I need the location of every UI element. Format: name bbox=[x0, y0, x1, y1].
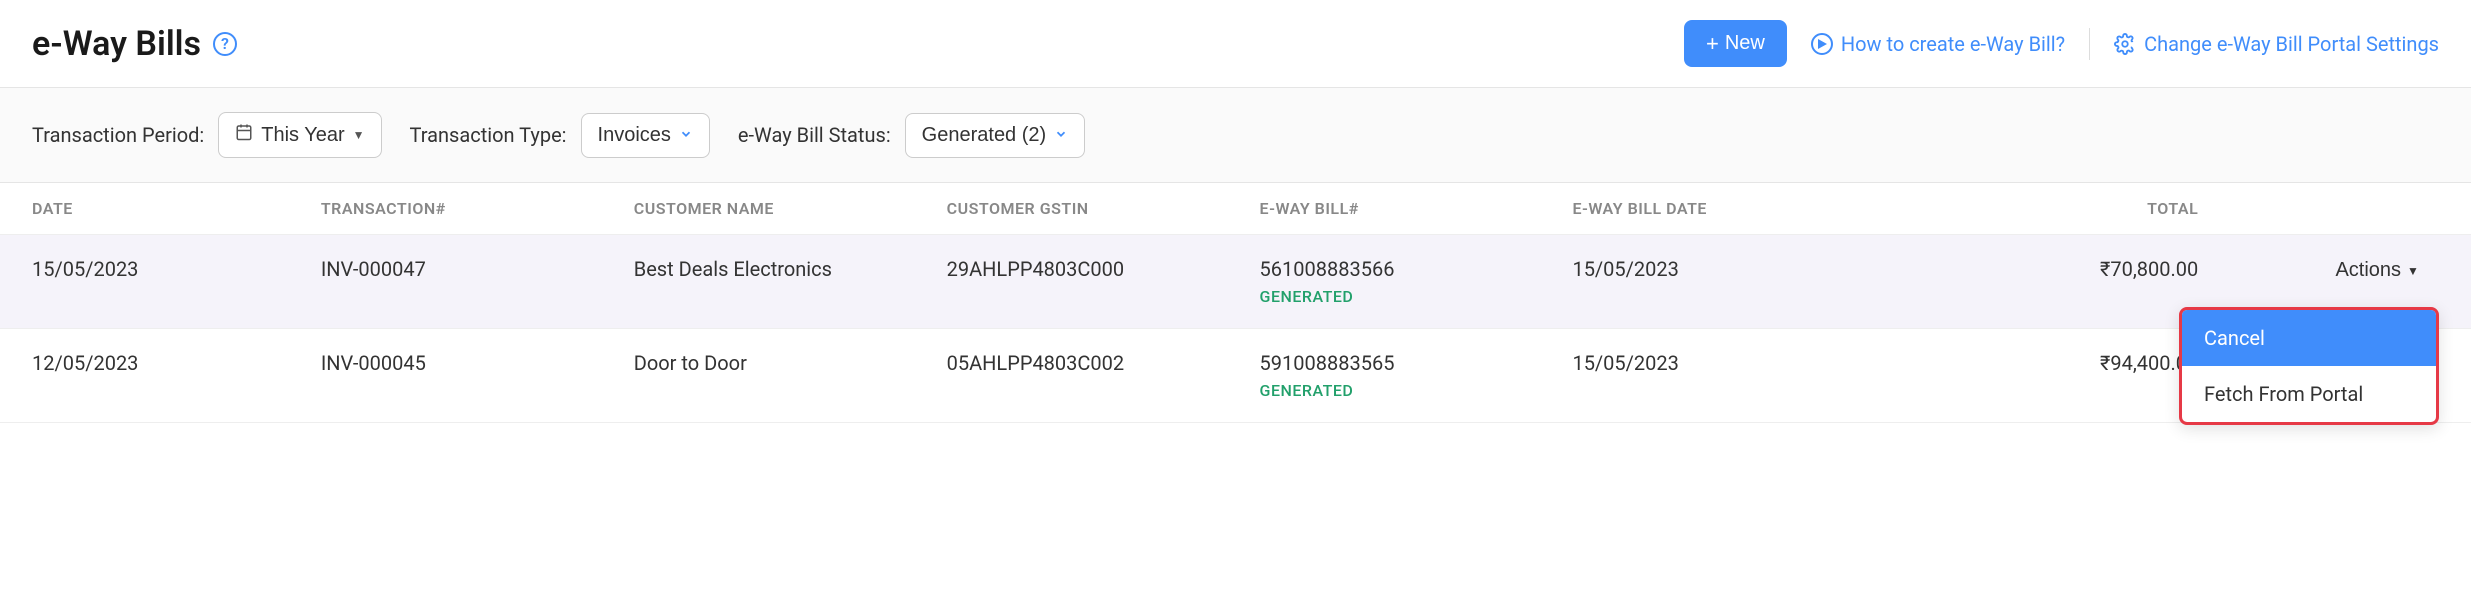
gear-icon bbox=[2114, 33, 2136, 55]
th-transaction[interactable]: TRANSACTION# bbox=[321, 199, 634, 218]
cell-customer: Best Deals Electronics bbox=[634, 257, 947, 281]
filter-period: Transaction Period: This Year ▼ bbox=[32, 112, 382, 158]
actions-dropdown: Cancel Fetch From Portal bbox=[2179, 307, 2439, 425]
chevron-down-icon bbox=[1054, 124, 1068, 147]
filter-status: e-Way Bill Status: Generated (2) bbox=[738, 113, 1085, 158]
cell-actions: Actions ▼ bbox=[2198, 257, 2439, 282]
new-button-label: New bbox=[1725, 32, 1765, 55]
cell-date: 12/05/2023 bbox=[32, 351, 321, 375]
th-date[interactable]: DATE bbox=[32, 199, 321, 218]
cell-transaction: INV-000045 bbox=[321, 351, 634, 375]
how-to-link[interactable]: How to create e-Way Bill? bbox=[1811, 32, 2065, 56]
eway-number: 561008883566 bbox=[1260, 257, 1573, 281]
cell-gstin: 05AHLPP4803C002 bbox=[947, 351, 1260, 375]
status-badge: GENERATED bbox=[1260, 381, 1573, 400]
header-right: + New How to create e-Way Bill? Change e… bbox=[1684, 20, 2439, 67]
cell-ewaydate: 15/05/2023 bbox=[1572, 351, 1909, 375]
status-value: Generated (2) bbox=[922, 124, 1047, 147]
new-button[interactable]: + New bbox=[1684, 20, 1787, 67]
dropdown-cancel[interactable]: Cancel bbox=[2182, 310, 2436, 366]
th-customer[interactable]: CUSTOMER NAME bbox=[634, 199, 947, 218]
period-value: This Year bbox=[261, 124, 344, 147]
eway-number: 591008883565 bbox=[1260, 351, 1573, 375]
table-row[interactable]: 15/05/2023 INV-000047 Best Deals Electro… bbox=[0, 235, 2471, 329]
chevron-down-icon bbox=[679, 124, 693, 147]
cell-eway: 561008883566 GENERATED bbox=[1260, 257, 1573, 306]
caret-down-icon: ▼ bbox=[353, 128, 365, 142]
page-header: e-Way Bills ? + New How to create e-Way … bbox=[0, 0, 2471, 88]
type-value: Invoices bbox=[598, 124, 671, 147]
table-row[interactable]: 12/05/2023 INV-000045 Door to Door 05AHL… bbox=[0, 329, 2471, 423]
th-gstin[interactable]: CUSTOMER GSTIN bbox=[947, 199, 1260, 218]
how-to-label: How to create e-Way Bill? bbox=[1841, 32, 2065, 56]
table-header: DATE TRANSACTION# CUSTOMER NAME CUSTOMER… bbox=[0, 183, 2471, 235]
type-dropdown[interactable]: Invoices bbox=[581, 113, 710, 158]
play-icon bbox=[1811, 33, 1833, 55]
filters-bar: Transaction Period: This Year ▼ Transact… bbox=[0, 88, 2471, 183]
cell-ewaydate: 15/05/2023 bbox=[1572, 257, 1909, 281]
period-label: Transaction Period: bbox=[32, 123, 204, 147]
settings-label: Change e-Way Bill Portal Settings bbox=[2144, 32, 2439, 56]
header-left: e-Way Bills ? bbox=[32, 24, 237, 64]
th-total[interactable]: TOTAL bbox=[1909, 199, 2198, 218]
th-actions bbox=[2198, 199, 2439, 218]
cell-transaction: INV-000047 bbox=[321, 257, 634, 281]
status-badge: GENERATED bbox=[1260, 287, 1573, 306]
dropdown-fetch[interactable]: Fetch From Portal bbox=[2182, 366, 2436, 422]
th-eway[interactable]: E-WAY BILL# bbox=[1260, 199, 1573, 218]
cell-total: ₹94,400.00 bbox=[1909, 351, 2198, 375]
cell-date: 15/05/2023 bbox=[32, 257, 321, 281]
th-ewaydate[interactable]: E-WAY BILL DATE bbox=[1572, 199, 1909, 218]
actions-button[interactable]: Actions ▼ bbox=[2335, 259, 2418, 282]
actions-label: Actions bbox=[2335, 259, 2401, 282]
cell-total: ₹70,800.00 bbox=[1909, 257, 2198, 281]
page-title: e-Way Bills bbox=[32, 24, 201, 64]
divider bbox=[2089, 28, 2090, 60]
status-dropdown[interactable]: Generated (2) bbox=[905, 113, 1086, 158]
settings-link[interactable]: Change e-Way Bill Portal Settings bbox=[2114, 32, 2439, 56]
help-icon[interactable]: ? bbox=[213, 32, 237, 56]
filter-type: Transaction Type: Invoices bbox=[410, 113, 710, 158]
cell-customer: Door to Door bbox=[634, 351, 947, 375]
cell-gstin: 29AHLPP4803C000 bbox=[947, 257, 1260, 281]
caret-down-icon: ▼ bbox=[2407, 264, 2419, 278]
status-label: e-Way Bill Status: bbox=[738, 123, 891, 147]
table: DATE TRANSACTION# CUSTOMER NAME CUSTOMER… bbox=[0, 183, 2471, 423]
type-label: Transaction Type: bbox=[410, 123, 567, 147]
cell-eway: 591008883565 GENERATED bbox=[1260, 351, 1573, 400]
plus-icon: + bbox=[1706, 33, 1719, 55]
period-dropdown[interactable]: This Year ▼ bbox=[218, 112, 381, 158]
calendar-icon bbox=[235, 123, 253, 147]
